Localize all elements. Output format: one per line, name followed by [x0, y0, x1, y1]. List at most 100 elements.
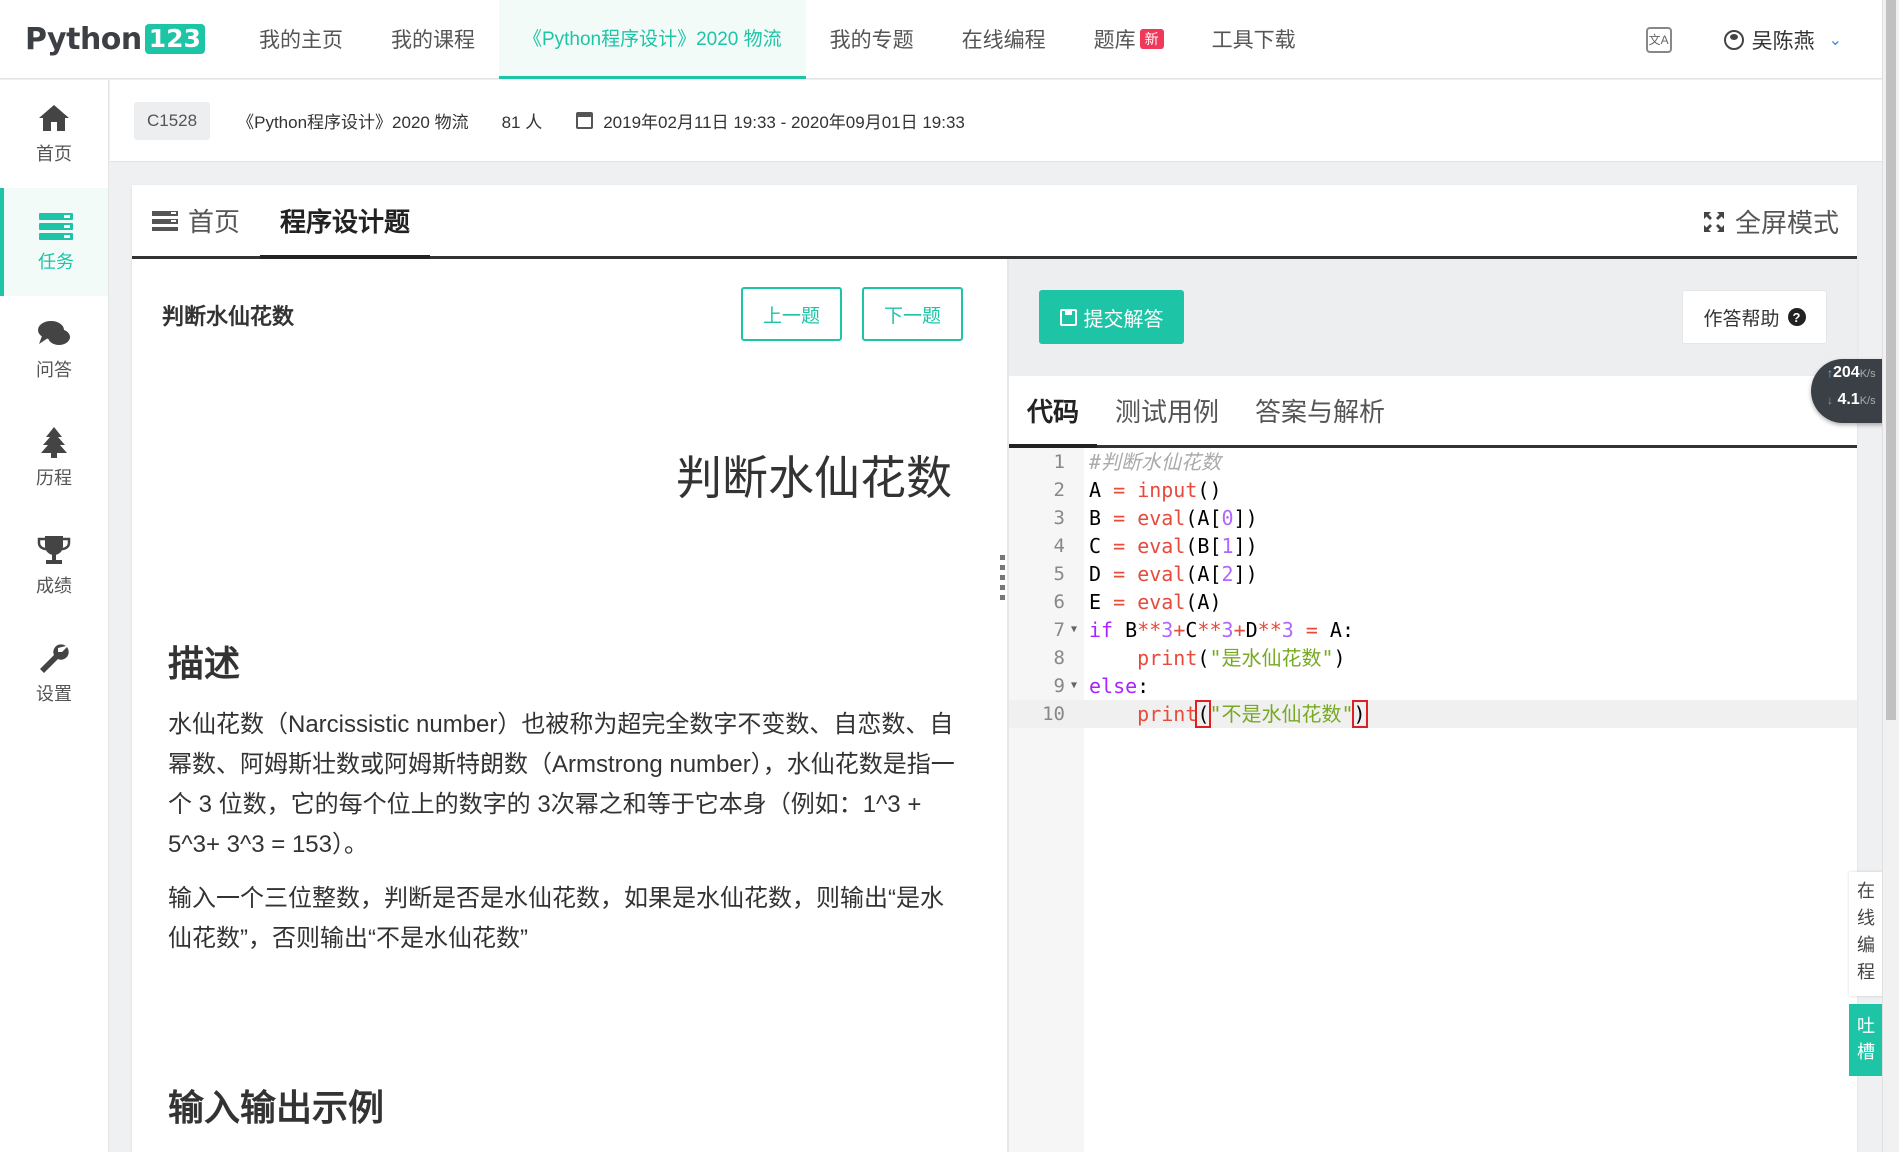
course-code: C1528	[134, 101, 211, 140]
io-example-heading: 输入输出示例	[168, 1087, 385, 1128]
course-name: 《Python程序设计》2020 物流	[237, 113, 469, 132]
tab-home[interactable]: 首页	[132, 185, 260, 256]
save-icon	[1059, 308, 1077, 326]
problem-title: 判断水仙花数	[162, 304, 295, 329]
fold-arrow-icon[interactable]: ▼	[1071, 616, 1077, 644]
description-paragraph-1: 水仙花数（Narcissistic number）也被称为超完全数字不变数、自恋…	[168, 711, 955, 858]
nav-label: 我的主页	[258, 29, 343, 52]
line-number: 10	[1042, 703, 1065, 725]
online-coding-label: 在线编程	[1857, 881, 1875, 982]
nav-label: 我的专题	[829, 29, 914, 52]
online-coding-float-button[interactable]: 在线编程	[1849, 872, 1883, 996]
line-number: 7	[1053, 619, 1065, 641]
tab-programming[interactable]: 程序设计题	[260, 185, 431, 259]
sidebar-item-home[interactable]: 首页	[0, 80, 108, 188]
left-sidebar: 首页 任务 问答 历程 成绩 设置	[0, 80, 109, 1152]
sidebar-item-tasks[interactable]: 任务	[0, 188, 108, 296]
download-unit: K/s	[1859, 395, 1876, 407]
code-line: 9 ▼ else:	[1009, 672, 1857, 700]
sidebar-item-qa[interactable]: 问答	[0, 296, 108, 404]
logo[interactable]: Python 123	[25, 22, 205, 57]
nav-label: 工具下载	[1211, 29, 1296, 52]
help-label: 作答帮助	[1703, 308, 1780, 330]
question-circle-icon: ?	[1787, 308, 1806, 326]
feedback-label: 吐槽	[1857, 1016, 1875, 1062]
fullscreen-label: 全屏模式	[1734, 208, 1839, 238]
answer-help-button[interactable]: 作答帮助 ?	[1682, 290, 1827, 344]
sidebar-item-label: 首页	[36, 144, 72, 164]
top-navbar: Python 123 我的主页 我的课程 《Python程序设计》2020 物流…	[0, 0, 1882, 79]
upload-speed: 204	[1833, 364, 1860, 381]
logo-badge: 123	[144, 24, 205, 54]
tab-test-cases[interactable]: 测试用例	[1097, 376, 1237, 445]
sidebar-item-label: 任务	[38, 252, 74, 272]
user-icon	[1723, 29, 1744, 50]
download-speed: 4.1	[1837, 391, 1860, 408]
nav-label: 《Python程序设计》2020 物流	[522, 29, 782, 50]
tab-answer-analysis[interactable]: 答案与解析	[1237, 376, 1403, 445]
tree-icon	[41, 427, 67, 458]
submit-answer-button[interactable]: 提交解答	[1039, 290, 1184, 344]
code-editor[interactable]: 1 #判断水仙花数 2A = input() 3B = eval(A[0]) 4C…	[1009, 448, 1857, 1152]
main-card: 首页 程序设计题 全屏模式 判断水仙花数 上一题 下一题 判断水仙花数 描述 水…	[132, 185, 1857, 1152]
logo-text: Python	[25, 21, 142, 57]
feedback-float-button[interactable]: 吐槽	[1849, 1004, 1883, 1076]
line-number: 9	[1053, 675, 1065, 697]
code-line-active: 10 print("不是水仙花数")	[1009, 700, 1857, 728]
description-paragraph-2: 输入一个三位整数，判断是否是水仙花数，如果是水仙花数，则输出“是水仙花数”，否则…	[168, 885, 944, 952]
prev-question-button[interactable]: 上一题	[741, 287, 842, 341]
comments-icon	[38, 321, 70, 345]
nav-label: 在线编程	[961, 29, 1046, 52]
scrollbar-thumb[interactable]	[1886, 0, 1896, 720]
code-line: 1 #判断水仙花数	[1009, 448, 1857, 476]
nav-current-course[interactable]: 《Python程序设计》2020 物流	[498, 0, 806, 79]
new-badge: 新	[1139, 29, 1164, 49]
user-menu[interactable]: 吴陈燕 ⌄	[1723, 25, 1842, 55]
nav-tool-download[interactable]: 工具下载	[1188, 0, 1320, 79]
fold-arrow-icon[interactable]: ▼	[1071, 672, 1077, 700]
nav-my-home[interactable]: 我的主页	[235, 0, 367, 79]
code-line: 5D = eval(A[2])	[1009, 560, 1857, 588]
course-date-text: 2019年02月11日 19:33 - 2020年09月01日 19:33	[603, 113, 965, 132]
description-heading: 描述	[168, 643, 241, 684]
line-number: 6	[1053, 591, 1065, 613]
code-line: 8 print("是水仙花数")	[1009, 644, 1857, 672]
tab-home-label: 首页	[188, 207, 241, 237]
nav-label: 题库	[1093, 29, 1136, 52]
line-number: 5	[1053, 563, 1065, 585]
nav-label: 我的课程	[390, 29, 475, 52]
nav-question-bank[interactable]: 题库新	[1070, 0, 1188, 79]
code-line: 6E = eval(A)	[1009, 588, 1857, 616]
course-member-count: 81 人	[501, 113, 543, 132]
editor-tabs: 代码 测试用例 答案与解析	[1009, 376, 1857, 448]
editor-toolbar: 提交解答 作答帮助 ?	[1009, 259, 1857, 376]
translate-icon[interactable]: 文A	[1645, 26, 1672, 53]
line-number: 4	[1053, 535, 1065, 557]
sidebar-item-grades[interactable]: 成绩	[0, 512, 108, 620]
fullscreen-button[interactable]: 全屏模式	[1703, 203, 1839, 240]
page-scrollbar[interactable]	[1882, 0, 1899, 1152]
course-info-bar: C1528 《Python程序设计》2020 物流 81 人 2019年02月1…	[110, 80, 1882, 162]
code-line: 7 ▼ if B**3+C**3+D**3 = A:	[1009, 616, 1857, 644]
upload-unit: K/s	[1859, 368, 1876, 380]
chevron-down-icon: ⌄	[1828, 31, 1842, 49]
problem-pane: 判断水仙花数 上一题 下一题 判断水仙花数 描述 水仙花数（Narcissist…	[132, 259, 1007, 1152]
tab-programming-label: 程序设计题	[280, 206, 411, 237]
card-tabs: 首页 程序设计题 全屏模式	[132, 185, 1857, 259]
tab-code[interactable]: 代码	[1009, 376, 1098, 448]
pane-splitter-handle[interactable]	[1000, 555, 1006, 611]
next-question-button[interactable]: 下一题	[862, 287, 963, 341]
sidebar-item-history[interactable]: 历程	[0, 404, 108, 512]
nav-my-topics[interactable]: 我的专题	[806, 0, 938, 79]
menu-icon	[152, 210, 178, 231]
line-number: 3	[1053, 507, 1065, 529]
trophy-icon	[37, 536, 71, 564]
sidebar-item-settings[interactable]: 设置	[0, 620, 108, 728]
nav-my-courses[interactable]: 我的课程	[367, 0, 499, 79]
nav-online-coding[interactable]: 在线编程	[938, 0, 1070, 79]
wrench-icon	[40, 644, 69, 673]
problem-content: 判断水仙花数 描述 水仙花数（Narcissistic number）也被称为超…	[168, 439, 958, 1131]
expand-icon	[1703, 211, 1724, 232]
line-number: 1	[1053, 451, 1065, 473]
sidebar-item-label: 历程	[36, 468, 72, 488]
